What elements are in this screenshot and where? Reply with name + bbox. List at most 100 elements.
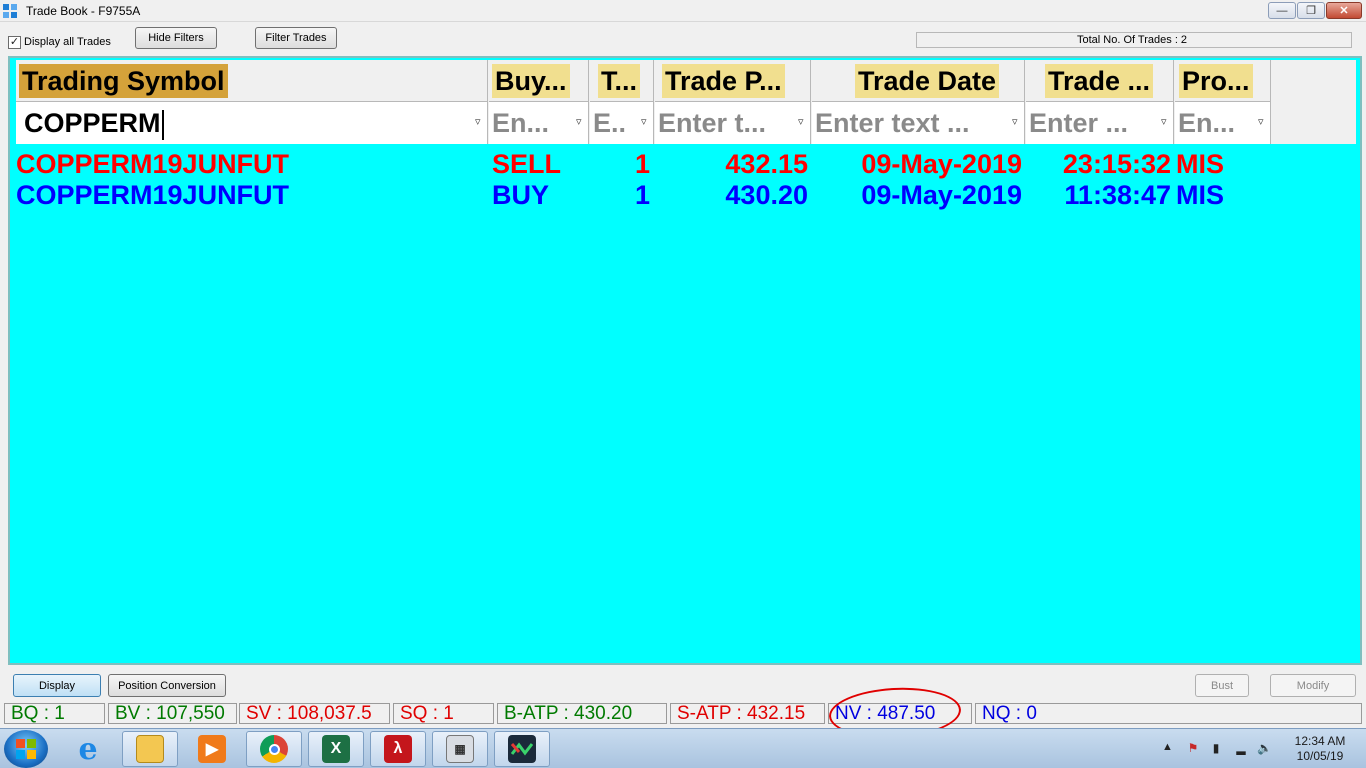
filter-placeholder: En...: [1178, 108, 1236, 138]
show-hidden-icons-arrow[interactable]: ▲: [1162, 741, 1173, 753]
minimize-button[interactable]: —: [1268, 2, 1296, 19]
windows-logo-icon: [16, 739, 36, 759]
filter-value: COPPERM: [24, 106, 164, 140]
column-header-trade-price[interactable]: Trade P...: [655, 60, 811, 102]
net-value: NV : 487.50: [828, 703, 972, 724]
filter-product[interactable]: En... ▿: [1175, 102, 1271, 144]
toolbar: ✓ Display all Trades Hide Filters Filter…: [0, 23, 1366, 55]
column-label: T...: [598, 64, 641, 98]
column-label: Trade ...: [1045, 64, 1154, 98]
taskbar-clock[interactable]: 12:34 AM 10/05/19: [1282, 734, 1358, 764]
maximize-button[interactable]: ❐: [1297, 2, 1325, 19]
filter-trade-price[interactable]: Enter t... ▿: [655, 102, 811, 144]
buy-quantity: BQ : 1: [4, 703, 105, 724]
folder-icon: [136, 735, 164, 763]
taskbar-calculator[interactable]: ▦: [432, 731, 488, 767]
excel-icon: X: [322, 735, 350, 763]
start-button[interactable]: [4, 730, 48, 768]
filter-trading-symbol[interactable]: COPPERM ▿: [16, 102, 488, 144]
power-icon[interactable]: ▮: [1209, 741, 1223, 755]
trade-row-sell[interactable]: COPPERM19JUNFUT SELL 1 432.15 09-May-201…: [16, 149, 1356, 180]
filter-placeholder: En...: [492, 108, 550, 138]
filter-placeholder: Enter ...: [1029, 108, 1129, 138]
volume-icon[interactable]: 🔈: [1257, 741, 1272, 755]
trading-app-icon: [508, 735, 536, 763]
taskbar-acrobat[interactable]: λ: [370, 731, 426, 767]
funnel-icon[interactable]: ▿: [475, 116, 485, 128]
column-label: Pro...: [1179, 64, 1253, 98]
taskbar-chrome[interactable]: [246, 731, 302, 767]
cell-trade-price: 430.20: [725, 180, 808, 210]
taskbar-trading-app[interactable]: [494, 731, 550, 767]
funnel-icon[interactable]: ▿: [1161, 116, 1171, 128]
cell-trade-time: 11:38:47: [1064, 180, 1171, 210]
trade-row-buy[interactable]: COPPERM19JUNFUT BUY 1 430.20 09-May-2019…: [16, 180, 1356, 211]
position-conversion-button[interactable]: Position Conversion: [108, 674, 226, 697]
cell-product: MIS: [1176, 180, 1225, 210]
column-header-trading-symbol[interactable]: Trading Symbol: [16, 60, 488, 102]
taskbar-file-explorer[interactable]: [122, 731, 178, 767]
filter-trade-time[interactable]: Enter ... ▿: [1026, 102, 1174, 144]
sell-avg-trade-price: S-ATP : 432.15: [670, 703, 825, 724]
cell-quantity: 1: [634, 180, 650, 210]
column-label: Buy...: [492, 64, 570, 98]
minimize-icon: —: [1276, 4, 1288, 17]
column-label: Trade P...: [662, 64, 785, 98]
funnel-icon[interactable]: ▿: [1012, 116, 1022, 128]
column-label: Trading Symbol: [19, 64, 228, 98]
funnel-icon[interactable]: ▿: [641, 116, 651, 128]
clock-time: 12:34 AM: [1294, 734, 1346, 748]
close-button[interactable]: ✕: [1326, 2, 1362, 19]
funnel-icon[interactable]: ▿: [1258, 116, 1268, 128]
hide-filters-button[interactable]: Hide Filters: [135, 27, 217, 49]
cell-trade-date: 09-May-2019: [861, 180, 1022, 210]
funnel-icon[interactable]: ▿: [798, 116, 808, 128]
chrome-icon: [260, 735, 288, 763]
total-trades-text: Total No. Of Trades : 2: [1077, 34, 1188, 46]
taskbar-internet-explorer[interactable]: e: [60, 731, 116, 767]
column-header-buy-sell[interactable]: Buy...: [489, 60, 589, 102]
display-all-label: Display all Trades: [24, 36, 111, 48]
internet-explorer-icon: e: [78, 731, 98, 767]
column-header-product[interactable]: Pro...: [1175, 60, 1271, 102]
window-title: Trade Book - F9755A: [26, 4, 141, 18]
cell-trade-date: 09-May-2019: [861, 149, 1022, 179]
filter-trades-button[interactable]: Filter Trades: [255, 27, 337, 49]
cell-buy-sell: BUY: [492, 180, 550, 210]
bust-button[interactable]: Bust: [1195, 674, 1249, 697]
filter-buy-sell[interactable]: En... ▿: [489, 102, 589, 144]
net-quantity: NQ : 0: [975, 703, 1362, 724]
funnel-icon[interactable]: ▿: [576, 116, 586, 128]
column-header-trade-date[interactable]: Trade Date: [812, 60, 1025, 102]
cell-trading-symbol: COPPERM19JUNFUT: [16, 180, 290, 210]
action-center-flag-icon[interactable]: ⚑: [1186, 741, 1200, 755]
cell-trade-time: 23:15:32: [1062, 149, 1171, 179]
column-header-quantity[interactable]: T...: [590, 60, 654, 102]
network-signal-icon[interactable]: ▂: [1234, 741, 1248, 755]
column-label: Trade Date: [855, 64, 1000, 98]
close-icon: ✕: [1339, 5, 1349, 17]
display-all-checkbox[interactable]: ✓: [8, 36, 21, 49]
header-row: Trading Symbol Buy... T... Trade P... Tr…: [16, 60, 1356, 102]
cell-trade-price: 432.15: [725, 149, 808, 179]
title-bar: Trade Book - F9755A — ❐ ✕: [0, 0, 1366, 22]
sell-quantity: SQ : 1: [393, 703, 494, 724]
summary-bar: BQ : 1 BV : 107,550 SV : 108,037.5 SQ : …: [0, 702, 1366, 726]
display-button[interactable]: Display: [13, 674, 101, 697]
filter-quantity[interactable]: E.. ▿: [590, 102, 654, 144]
text-caret: [161, 109, 164, 140]
taskbar: e ▶ X λ ▦ ▲ ⚑ ▮ ▂ 🔈 12:34 AM 10/05/19: [0, 728, 1366, 768]
taskbar-media-player[interactable]: ▶: [184, 731, 240, 767]
media-player-icon: ▶: [198, 735, 226, 763]
filter-placeholder: E..: [593, 108, 627, 138]
filter-placeholder: Enter t...: [658, 108, 767, 138]
cell-buy-sell: SELL: [492, 149, 562, 179]
sell-value: SV : 108,037.5: [239, 703, 390, 724]
column-header-trade-time[interactable]: Trade ...: [1026, 60, 1174, 102]
modify-button[interactable]: Modify: [1270, 674, 1356, 697]
acrobat-icon: λ: [384, 735, 412, 763]
calculator-icon: ▦: [446, 735, 474, 763]
filter-placeholder: Enter text ...: [815, 108, 970, 138]
filter-trade-date[interactable]: Enter text ... ▿: [812, 102, 1025, 144]
taskbar-excel[interactable]: X: [308, 731, 364, 767]
